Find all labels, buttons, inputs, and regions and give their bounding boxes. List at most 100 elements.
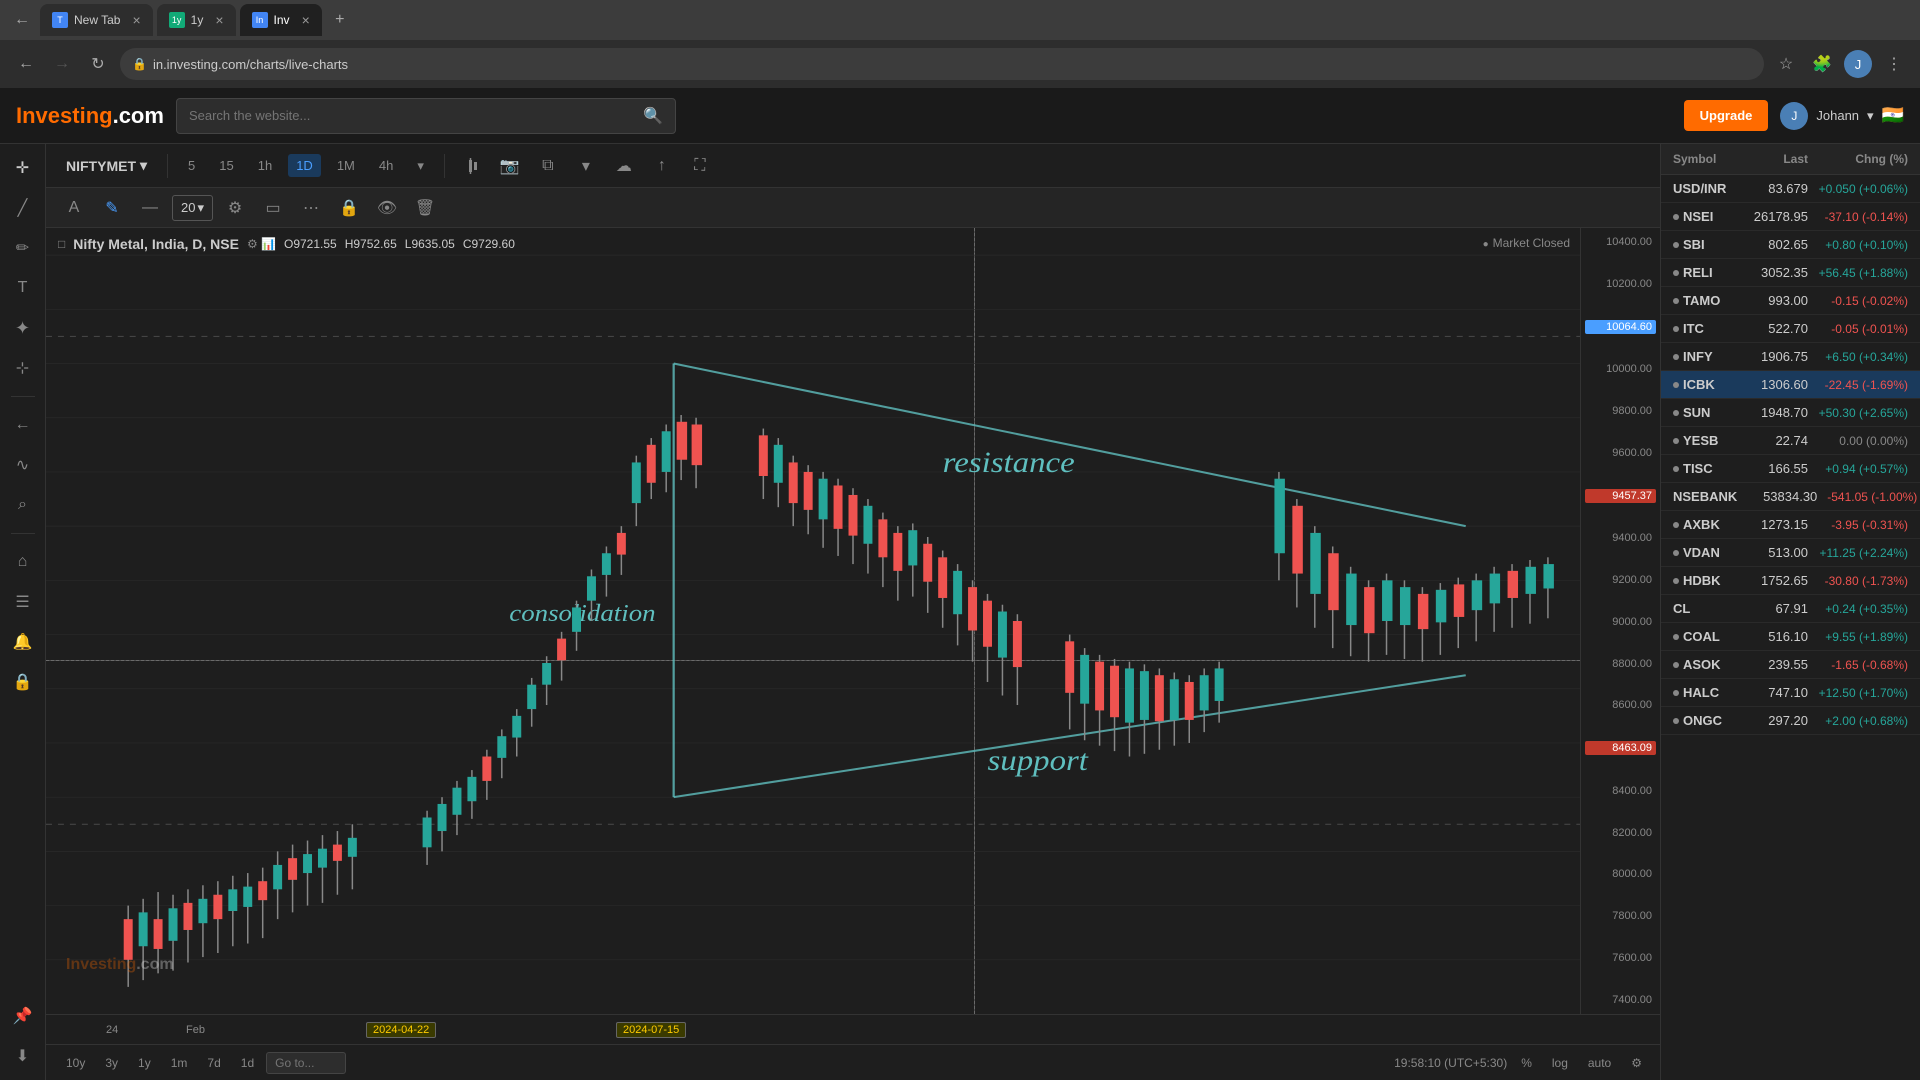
tab-1-close[interactable]: × <box>132 12 140 28</box>
time-15[interactable]: 15 <box>211 154 241 177</box>
address-bar[interactable]: 🔒 in.investing.com/charts/live-charts <box>120 48 1764 80</box>
watchlist-row-hdbk[interactable]: HDBK 1752.65 -30.80 (-1.73%) <box>1661 567 1920 595</box>
watchlist-row-asok[interactable]: ASOK 239.55 -1.65 (-0.68%) <box>1661 651 1920 679</box>
watchlist-row-sbi[interactable]: SBI 802.65 +0.80 (+0.10%) <box>1661 231 1920 259</box>
fullscreen-btn[interactable]: ⛶ <box>685 151 715 181</box>
tab-3-label: Inv <box>274 13 290 27</box>
watchlist-row-itc[interactable]: ITC 522.70 -0.05 (-0.01%) <box>1661 315 1920 343</box>
watchlist-row-sun[interactable]: SUN 1948.70 +50.30 (+2.65%) <box>1661 399 1920 427</box>
watchlist-row-nsebank[interactable]: NSEBANK 53834.30 -541.05 (-1.00%) <box>1661 483 1920 511</box>
alerts-tool[interactable]: 🔔 <box>7 626 39 658</box>
draw-rect-btn[interactable]: ▭ <box>257 192 289 224</box>
time-5[interactable]: 5 <box>180 154 203 177</box>
sym-price-usdinr: 83.679 <box>1728 181 1808 196</box>
text-tool[interactable]: T <box>7 272 39 304</box>
log-btn[interactable]: log <box>1546 1053 1574 1073</box>
bookmark-btn[interactable]: ☆ <box>1772 50 1800 78</box>
measure-tool[interactable]: ⊹ <box>7 352 39 384</box>
watchlist-row-halc[interactable]: HALC 747.10 +12.50 (+1.70%) <box>1661 679 1920 707</box>
watchlist-row-tamo[interactable]: TAMO 993.00 -0.15 (-0.02%) <box>1661 287 1920 315</box>
menu-btn[interactable]: ⋮ <box>1880 50 1908 78</box>
period-1d[interactable]: 1d <box>233 1053 262 1073</box>
watchlist-row-yesb[interactable]: YESB 22.74 0.00 (0.00%) <box>1661 427 1920 455</box>
forward-btn[interactable]: → <box>48 50 76 78</box>
back-tool[interactable]: ← <box>7 409 39 441</box>
chart-overlay-btn[interactable]: ⧉ <box>533 151 563 181</box>
draw-eye-btn[interactable]: 👁 <box>371 192 403 224</box>
symbol-selector[interactable]: NIFTYMET ▾ <box>58 153 155 178</box>
upgrade-button[interactable]: Upgrade <box>1684 100 1769 131</box>
tab-3-close[interactable]: × <box>302 12 310 28</box>
time-1d[interactable]: 1D <box>288 154 321 177</box>
zoom-tool[interactable]: ⌕ <box>7 489 39 521</box>
user-avatar[interactable]: J <box>1780 102 1808 130</box>
draw-settings-btn[interactable]: ⚙ <box>219 192 251 224</box>
sym-name-axbk: AXBK <box>1673 517 1728 532</box>
watchlist-row-infy[interactable]: INFY 1906.75 +6.50 (+0.34%) <box>1661 343 1920 371</box>
new-tab-btn[interactable]: + <box>326 6 354 34</box>
draw-lock-btn[interactable]: 🔒 <box>333 192 365 224</box>
tab-3[interactable]: In Inv × <box>240 4 322 36</box>
time-1m[interactable]: 1M <box>329 154 363 177</box>
tab-2-close[interactable]: × <box>215 12 223 28</box>
period-7d[interactable]: 7d <box>199 1053 228 1073</box>
period-1y[interactable]: 1y <box>130 1053 159 1073</box>
text-draw-btn[interactable]: A <box>58 192 90 224</box>
watchlist-row-nsei[interactable]: NSEI 26178.95 -37.10 (-0.14%) <box>1661 203 1920 231</box>
pen-draw-btn[interactable]: ✎ <box>96 192 128 224</box>
watchlist-row-reli[interactable]: RELI 3052.35 +56.45 (+1.88%) <box>1661 259 1920 287</box>
chart-settings-btn[interactable]: ⚙ <box>1625 1053 1648 1073</box>
watchlist-row-ongc[interactable]: ONGC 297.20 +2.00 (+0.68%) <box>1661 707 1920 735</box>
pin-tool[interactable]: 📌 <box>7 1000 39 1032</box>
watchlist-row-cl[interactable]: CL 67.91 +0.24 (+0.35%) <box>1661 595 1920 623</box>
sym-price-tamo: 993.00 <box>1728 293 1808 308</box>
price-9800: 9800.00 <box>1585 405 1656 417</box>
search-bar[interactable]: 🔍 <box>176 98 676 134</box>
percent-btn[interactable]: % <box>1515 1053 1538 1073</box>
chart-share-btn[interactable]: ↑ <box>647 151 677 181</box>
shapes-tool[interactable]: ✦ <box>7 312 39 344</box>
watchlist-row-icbk[interactable]: ICBK 1306.60 -22.45 (-1.69%) <box>1661 371 1920 399</box>
crosshair-tool[interactable]: ✛ <box>7 152 39 184</box>
time-more[interactable]: ▾ <box>409 154 432 178</box>
period-10y[interactable]: 10y <box>58 1053 93 1073</box>
search-icon: 🔍 <box>643 106 663 126</box>
chart-settings-more[interactable]: ▾ <box>571 151 601 181</box>
watchlist-row-tisc[interactable]: TISC 166.55 +0.94 (+0.57%) <box>1661 455 1920 483</box>
home-tool[interactable]: ⌂ <box>7 546 39 578</box>
sym-change-nsei: -37.10 (-0.14%) <box>1808 210 1908 224</box>
lock-tool[interactable]: 🔒 <box>7 666 39 698</box>
watchlist-row-vdan[interactable]: VDAN 513.00 +11.25 (+2.24%) <box>1661 539 1920 567</box>
time-4h[interactable]: 4h <box>371 154 401 177</box>
auto-btn[interactable]: auto <box>1582 1053 1617 1073</box>
collapse-tool[interactable]: ⬇ <box>7 1040 39 1072</box>
indicators-tool[interactable]: ∿ <box>7 449 39 481</box>
draw-more-btn[interactable]: ⋯ <box>295 192 327 224</box>
profile-btn[interactable]: J <box>1844 50 1872 78</box>
draw-line-tool[interactable]: ╱ <box>7 192 39 224</box>
tab-1[interactable]: T New Tab × <box>40 4 153 36</box>
goto-input[interactable] <box>266 1052 346 1074</box>
chart-canvas[interactable]: □ Nifty Metal, India, D, NSE ⚙ 📊 O9721.5… <box>46 228 1660 1014</box>
watchlist-row-usdinr[interactable]: USD/INR 83.679 +0.050 (+0.06%) <box>1661 175 1920 203</box>
reload-btn[interactable]: ↻ <box>84 50 112 78</box>
back-btn[interactable]: ← <box>12 50 40 78</box>
time-1h[interactable]: 1h <box>250 154 280 177</box>
chart-add-btn[interactable]: ☁ <box>609 151 639 181</box>
search-input[interactable] <box>189 108 635 123</box>
draw-delete-btn[interactable]: 🗑 <box>409 192 441 224</box>
draw-tools[interactable]: ✏ <box>7 232 39 264</box>
period-1m[interactable]: 1m <box>163 1053 196 1073</box>
chart-type-candle[interactable] <box>457 151 487 181</box>
tab-back-btn[interactable]: ← <box>8 6 36 34</box>
screenshot-btn[interactable]: 📷 <box>495 151 525 181</box>
font-size-selector[interactable]: 20 ▾ <box>172 195 213 221</box>
tab-2[interactable]: 1y 1y × <box>157 4 236 36</box>
sym-name-infy: INFY <box>1673 349 1728 364</box>
period-3y[interactable]: 3y <box>97 1053 126 1073</box>
watchlist-tool[interactable]: ☰ <box>7 586 39 618</box>
extensions-btn[interactable]: 🧩 <box>1808 50 1836 78</box>
line-draw-btn[interactable]: — <box>134 192 166 224</box>
watchlist-row-axbk[interactable]: AXBK 1273.15 -3.95 (-0.31%) <box>1661 511 1920 539</box>
watchlist-row-coal[interactable]: COAL 516.10 +9.55 (+1.89%) <box>1661 623 1920 651</box>
